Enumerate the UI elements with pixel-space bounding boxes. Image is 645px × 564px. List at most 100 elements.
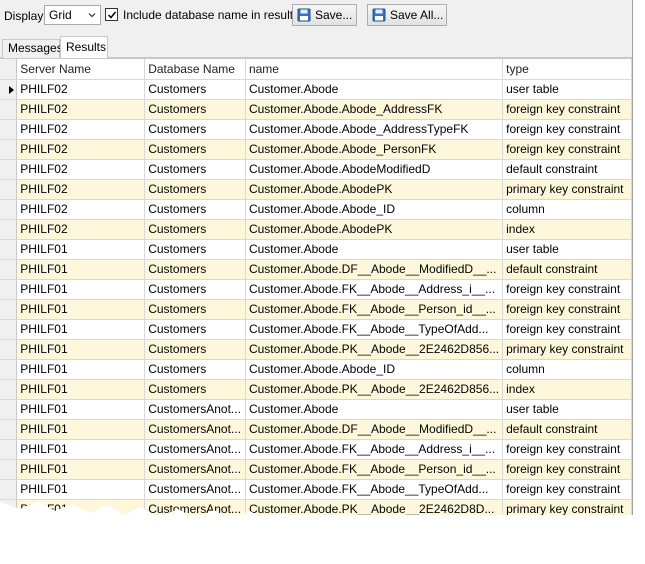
row-indicator[interactable] xyxy=(0,419,18,440)
table-row[interactable]: PHILF01 Customers Customer.Abode.PK__Abode… xyxy=(0,339,632,360)
cell-type[interactable]: foreign key constraint xyxy=(502,319,632,340)
table-row[interactable]: PHILF01 Customers Customer.Abode.FK__Abode… xyxy=(0,319,632,340)
cell-server-name[interactable]: PHILF01 xyxy=(16,419,146,440)
cell-type[interactable]: column xyxy=(502,359,632,380)
row-indicator[interactable] xyxy=(0,139,18,160)
row-indicator[interactable] xyxy=(0,319,18,340)
cell-database-name[interactable]: Customers xyxy=(144,99,246,120)
cell-name[interactable]: Customer.Abode.FK__Abode__Address_i__... xyxy=(245,279,504,300)
cell-type[interactable]: index xyxy=(502,379,632,400)
table-row[interactable]: PHILF02 Customers Customer.Abode.Abode_Add… xyxy=(0,99,632,120)
cell-database-name[interactable]: CustomersAnot... xyxy=(144,459,246,480)
row-indicator[interactable] xyxy=(0,99,18,120)
cell-name[interactable]: Customer.Abode.Abode_PersonFK xyxy=(245,139,504,160)
cell-server-name[interactable]: PHILF02 xyxy=(16,79,146,100)
cell-database-name[interactable]: CustomersAnot... xyxy=(144,399,246,420)
table-row[interactable]: PHILF01 Customers Customer.Abode user table xyxy=(0,239,632,260)
cell-server-name[interactable]: PHILF01 xyxy=(16,279,146,300)
cell-name[interactable]: Customer.Abode.Abode_AddressTypeFK xyxy=(245,119,504,140)
cell-server-name[interactable]: PHILF02 xyxy=(16,99,146,120)
cell-database-name[interactable]: CustomersAnot... xyxy=(144,439,246,460)
tab-messages[interactable]: Messages xyxy=(2,39,63,58)
row-indicator[interactable] xyxy=(0,219,18,240)
row-indicator[interactable] xyxy=(0,159,18,180)
cell-server-name[interactable]: PHILF01 xyxy=(16,319,146,340)
cell-database-name[interactable]: Customers xyxy=(144,359,246,380)
cell-server-name[interactable]: PHILF01 xyxy=(16,239,146,260)
cell-server-name[interactable]: PHILF01 xyxy=(16,439,146,460)
cell-type[interactable]: primary key constraint xyxy=(502,179,632,200)
cell-database-name[interactable]: Customers xyxy=(144,379,246,400)
cell-type[interactable]: foreign key constraint xyxy=(502,99,632,120)
cell-database-name[interactable]: Customers xyxy=(144,179,246,200)
cell-server-name[interactable]: PHILF01 xyxy=(16,359,146,380)
cell-name[interactable]: Customer.Abode.Abode_ID xyxy=(245,199,504,220)
cell-name[interactable]: Customer.Abode.DF__Abode__ModifiedD__... xyxy=(245,419,504,440)
cell-database-name[interactable]: Customers xyxy=(144,119,246,140)
cell-database-name[interactable]: Customers xyxy=(144,159,246,180)
row-indicator[interactable] xyxy=(0,339,18,360)
cell-type[interactable]: user table xyxy=(502,399,632,420)
cell-database-name[interactable]: Customers xyxy=(144,239,246,260)
row-indicator[interactable] xyxy=(0,479,18,500)
cell-server-name[interactable]: PHILF02 xyxy=(16,119,146,140)
table-row[interactable]: PHILF01 Customers Customer.Abode.FK__Abode… xyxy=(0,299,632,320)
cell-name[interactable]: Customer.Abode.Abode_AddressFK xyxy=(245,99,504,120)
table-row[interactable]: PHILF01 CustomersAnot... Customer.Abode.FK… xyxy=(0,459,632,480)
table-row[interactable]: PHILF02 Customers Customer.Abode.AbodeModi… xyxy=(0,159,632,180)
cell-type[interactable]: foreign key constraint xyxy=(502,479,632,500)
cell-type[interactable]: index xyxy=(502,219,632,240)
row-indicator[interactable] xyxy=(0,299,18,320)
cell-name[interactable]: Customer.Abode xyxy=(245,79,504,100)
table-row[interactable]: PHILF02 Customers Customer.Abode.Abode_ID c… xyxy=(0,199,632,220)
include-db-label[interactable]: Include database name in results xyxy=(123,8,299,22)
cell-type[interactable]: default constraint xyxy=(502,419,632,440)
cell-name[interactable]: Customer.Abode.PK__Abode__2E2462D856... xyxy=(245,379,504,400)
row-indicator[interactable] xyxy=(0,119,18,140)
column-header-database-name[interactable]: Database Name xyxy=(144,59,246,80)
cell-server-name[interactable]: PHILF02 xyxy=(16,199,146,220)
table-row[interactable]: PHILF01 CustomersAnot... Customer.Abode.FK… xyxy=(0,439,632,460)
cell-server-name[interactable]: PHILF01 xyxy=(16,339,146,360)
table-row[interactable]: PHILF02 Customers Customer.Abode.AbodePK in… xyxy=(0,219,632,240)
column-header-name[interactable]: name xyxy=(245,59,504,80)
cell-name[interactable]: Customer.Abode.AbodePK xyxy=(245,179,504,200)
row-indicator[interactable] xyxy=(0,239,18,260)
cell-server-name[interactable]: PHILF01 xyxy=(16,479,146,500)
cell-server-name[interactable]: PHILF02 xyxy=(16,159,146,180)
save-all-button[interactable]: Save All... xyxy=(367,4,447,26)
tab-results[interactable]: Results xyxy=(60,36,108,58)
cell-server-name[interactable]: PHILF02 xyxy=(16,139,146,160)
cell-database-name[interactable]: Customers xyxy=(144,259,246,280)
cell-server-name[interactable]: PHILF01 xyxy=(16,299,146,320)
row-indicator[interactable] xyxy=(0,179,18,200)
cell-server-name[interactable]: PHILF01 xyxy=(16,399,146,420)
cell-type[interactable]: foreign key constraint xyxy=(502,139,632,160)
table-row[interactable]: PHILF01 CustomersAnot... Customer.Abode.DF… xyxy=(0,419,632,440)
column-header-server-name[interactable]: Server Name xyxy=(16,59,146,80)
cell-database-name[interactable]: Customers xyxy=(144,319,246,340)
cell-type[interactable]: primary key constraint xyxy=(502,339,632,360)
cell-type[interactable]: foreign key constraint xyxy=(502,299,632,320)
cell-name[interactable]: Customer.Abode.FK__Abode__TypeOfAdd... xyxy=(245,319,504,340)
cell-type[interactable]: user table xyxy=(502,79,632,100)
cell-name[interactable]: Customer.Abode.Abode_ID xyxy=(245,359,504,380)
cell-server-name[interactable]: PHILF01 xyxy=(16,379,146,400)
row-indicator[interactable] xyxy=(0,459,18,480)
cell-name[interactable]: Customer.Abode.PK__Abode__2E2462D856... xyxy=(245,339,504,360)
cell-name[interactable]: Customer.Abode.AbodeModifiedD xyxy=(245,159,504,180)
cell-database-name[interactable]: Customers xyxy=(144,299,246,320)
cell-database-name[interactable]: Customers xyxy=(144,199,246,220)
cell-name[interactable]: Customer.Abode xyxy=(245,399,504,420)
row-indicator[interactable] xyxy=(0,379,18,400)
row-indicator[interactable] xyxy=(0,199,18,220)
cell-database-name[interactable]: Customers xyxy=(144,79,246,100)
save-button[interactable]: Save... xyxy=(292,4,357,26)
cell-name[interactable]: Customer.Abode.DF__Abode__ModifiedD__... xyxy=(245,259,504,280)
cell-name[interactable]: Customer.Abode.AbodePK xyxy=(245,219,504,240)
cell-server-name[interactable]: PHILF02 xyxy=(16,179,146,200)
cell-name[interactable]: Customer.Abode.FK__Abode__Address_i__... xyxy=(245,439,504,460)
cell-type[interactable]: foreign key constraint xyxy=(502,459,632,480)
cell-type[interactable]: foreign key constraint xyxy=(502,279,632,300)
row-indicator[interactable] xyxy=(0,439,18,460)
